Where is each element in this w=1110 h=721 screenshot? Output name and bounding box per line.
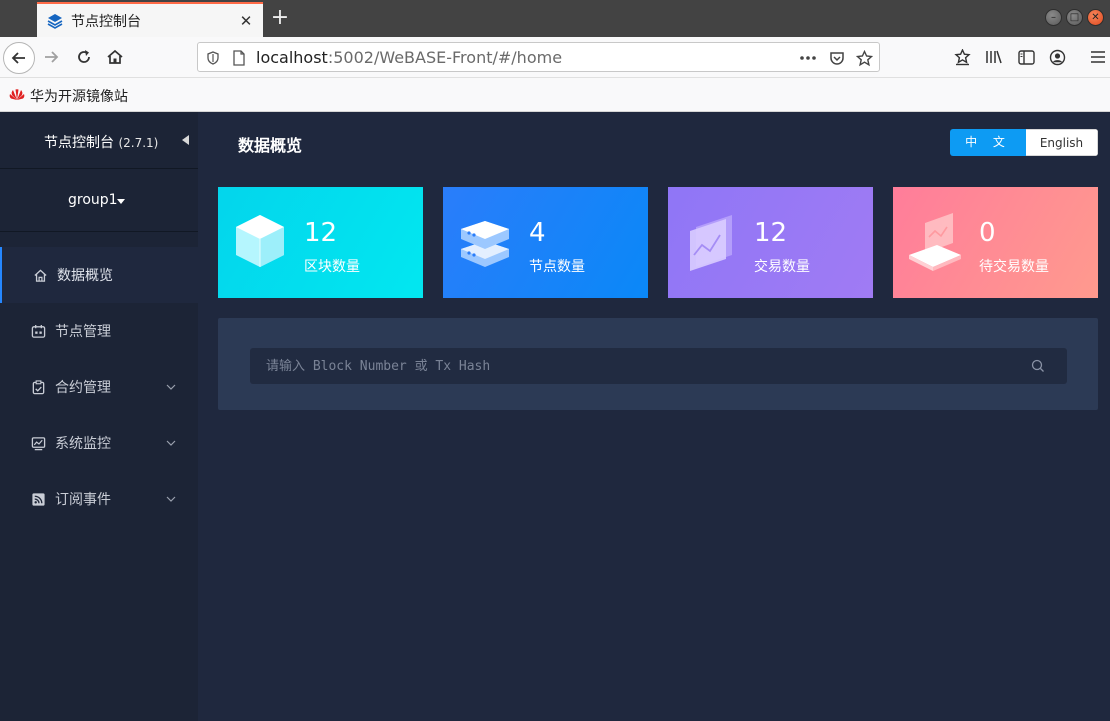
more-actions-icon[interactable] <box>799 49 817 67</box>
back-button[interactable] <box>3 42 35 74</box>
search-box <box>250 348 1067 384</box>
sidebar-item-overview[interactable]: 数据概览 <box>0 247 198 303</box>
sidebar-item-label: 系统监控 <box>55 436 111 452</box>
reader-list-button[interactable] <box>952 47 972 67</box>
chevron-down-icon <box>166 496 176 502</box>
card-label: 待交易数量 <box>979 259 1049 275</box>
monitor-icon <box>31 436 46 450</box>
laptop-chart-icon <box>909 213 961 271</box>
window-controls: – □ ✕ <box>1045 9 1104 26</box>
card-value: 0 <box>979 218 996 248</box>
sidebar-item-contracts[interactable]: 合约管理 <box>0 359 198 415</box>
search-input[interactable] <box>250 348 1030 384</box>
layers-icon <box>47 13 63 29</box>
card-label: 区块数量 <box>304 259 360 275</box>
pocket-icon[interactable] <box>828 49 846 67</box>
hamburger-icon <box>1091 51 1105 63</box>
sidebar-header: 节点控制台 (2.7.1) <box>0 112 198 169</box>
home-icon <box>34 268 47 282</box>
sidebar-item-label: 合约管理 <box>55 380 111 396</box>
sidebar-item-monitor[interactable]: 系统监控 <box>0 415 198 471</box>
reload-icon <box>78 50 90 63</box>
stat-card-pending: 0 待交易数量 <box>893 187 1098 298</box>
bookmarks-bar: 华为开源镜像站 <box>0 78 1110 112</box>
rss-icon <box>32 492 45 506</box>
node-icon <box>31 324 46 338</box>
url-host: localhost <box>256 48 328 67</box>
arrow-right-icon <box>45 51 59 63</box>
new-tab-button[interactable]: + <box>270 7 290 29</box>
library-icon <box>986 50 1002 64</box>
sidebar-button[interactable] <box>1016 47 1036 67</box>
reload-button[interactable] <box>74 47 94 67</box>
maximize-button[interactable]: □ <box>1066 9 1083 26</box>
url-bar[interactable]: localhost:5002/WeBASE-Front/#/home <box>197 42 880 72</box>
account-icon <box>1049 49 1065 65</box>
search-panel <box>218 318 1098 410</box>
shield-icon[interactable] <box>204 49 222 67</box>
account-button[interactable] <box>1047 47 1067 67</box>
sidebar-title-text: 节点控制台 <box>44 135 114 151</box>
card-value: 4 <box>529 218 546 248</box>
card-label: 节点数量 <box>529 259 585 275</box>
home-icon <box>107 49 123 64</box>
minimize-button[interactable]: – <box>1045 9 1062 26</box>
language-switch: 中 文 English <box>950 129 1098 156</box>
window-close-button[interactable]: ✕ <box>1087 9 1104 26</box>
sidebar: 节点控制台 (2.7.1) group1 数据概览 节点管理 合约管理 系统监控 <box>0 112 198 721</box>
browser-navbar: localhost:5002/WeBASE-Front/#/home <box>0 37 1110 78</box>
caret-down-icon <box>117 199 125 204</box>
forward-button[interactable] <box>41 47 61 67</box>
bookmark-item[interactable]: 华为开源镜像站 <box>8 86 128 106</box>
card-label: 交易数量 <box>754 259 810 275</box>
url-path: :5002/WeBASE-Front/#/home <box>327 48 563 67</box>
card-value: 12 <box>754 218 788 248</box>
close-icon[interactable]: ✕ <box>239 13 253 28</box>
sidebar-icon <box>1017 49 1035 65</box>
tab-title: 节点控制台 <box>71 13 141 30</box>
sidebar-item-label: 订阅事件 <box>55 492 111 508</box>
page-icon[interactable] <box>230 49 248 67</box>
sidebar-title: 节点控制台 (2.7.1) <box>44 132 158 152</box>
sidebar-item-nodes[interactable]: 节点管理 <box>0 303 198 359</box>
browser-tab[interactable]: 节点控制台 ✕ <box>37 2 263 37</box>
group-selector[interactable]: group1 <box>0 170 198 232</box>
stat-card-transactions: 12 交易数量 <box>668 187 873 298</box>
server-stack-icon <box>461 221 509 267</box>
main-content: 数据概览 中 文 English 12 区块数量 4 节点数量 12 交易数量 … <box>198 112 1110 721</box>
card-value: 12 <box>304 218 338 248</box>
search-icon[interactable] <box>1031 359 1045 373</box>
bookmark-star-icon <box>953 48 971 65</box>
url-text: localhost:5002/WeBASE-Front/#/home <box>256 48 562 67</box>
bookmark-label: 华为开源镜像站 <box>30 89 128 105</box>
lang-zh-button[interactable]: 中 文 <box>950 129 1026 156</box>
huawei-logo-icon <box>9 89 25 100</box>
version-label: (2.7.1) <box>118 136 159 150</box>
browser-tab-strip: 节点控制台 ✕ + – □ ✕ <box>0 0 1110 37</box>
stat-card-blocks: 12 区块数量 <box>218 187 423 298</box>
sidebar-item-label: 数据概览 <box>57 268 113 284</box>
chevron-down-icon <box>166 384 176 390</box>
sidebar-item-events[interactable]: 订阅事件 <box>0 471 198 527</box>
chart-panel-icon <box>690 215 732 271</box>
lang-en-button[interactable]: English <box>1026 129 1098 156</box>
arrow-left-icon <box>11 52 25 64</box>
collapse-sidebar-icon[interactable] <box>182 135 189 145</box>
cube-icon <box>236 215 284 267</box>
stat-card-nodes: 4 节点数量 <box>443 187 648 298</box>
app-root: 节点控制台 (2.7.1) group1 数据概览 节点管理 合约管理 系统监控 <box>0 112 1110 721</box>
home-button[interactable] <box>105 47 125 67</box>
group-label: group1 <box>68 192 118 208</box>
contract-icon <box>32 379 45 394</box>
star-icon[interactable] <box>855 49 873 67</box>
library-button[interactable] <box>984 47 1004 67</box>
menu-button[interactable] <box>1088 47 1108 67</box>
chevron-down-icon <box>166 440 176 446</box>
sidebar-item-label: 节点管理 <box>55 324 111 340</box>
page-title: 数据概览 <box>238 136 303 155</box>
